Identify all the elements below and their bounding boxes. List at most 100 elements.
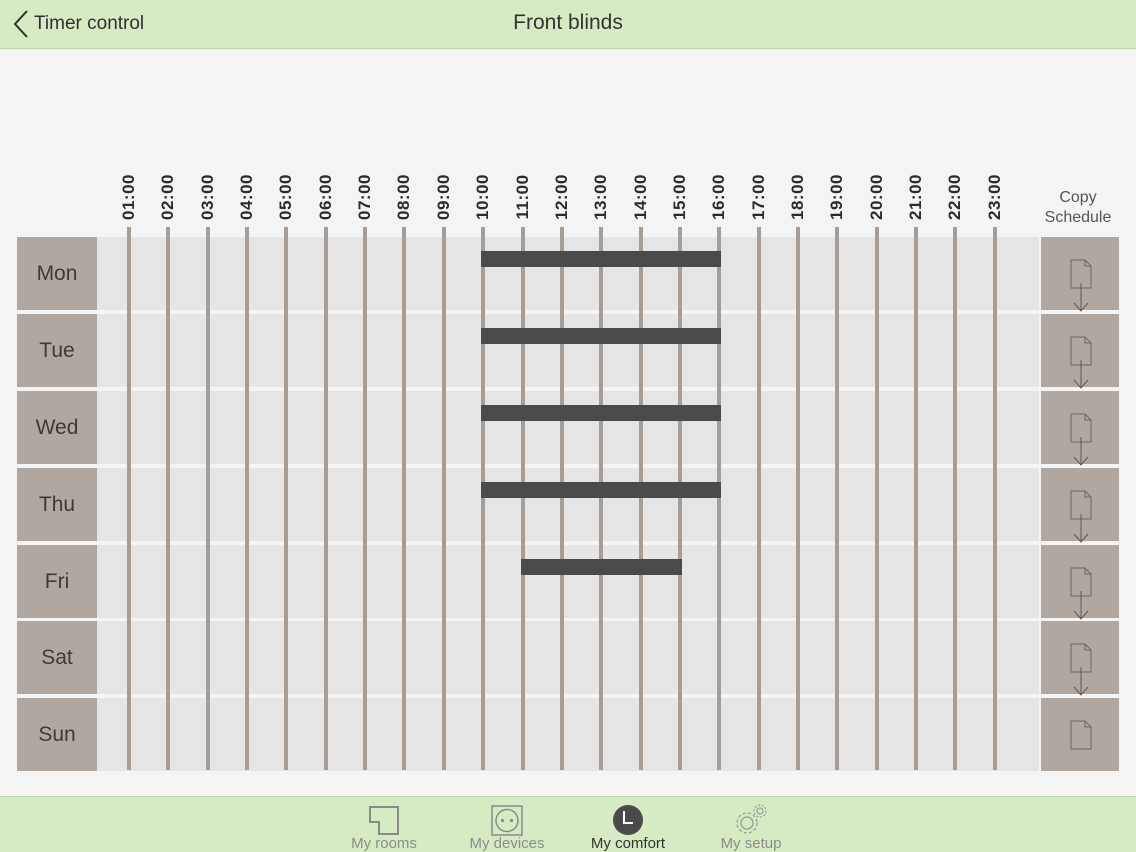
arrow-down-icon [1070, 514, 1092, 544]
hour-label-text: 11:00 [512, 174, 532, 220]
arrow-down-icon [1070, 360, 1092, 390]
hour-label-text: 06:00 [315, 174, 335, 220]
day-label-fri[interactable]: Fri [17, 545, 97, 618]
tab-label: My comfort [590, 835, 666, 852]
hour-label-text: 21:00 [906, 174, 925, 220]
arrow-down-icon [1070, 283, 1092, 313]
hour-label: 23:00 [984, 171, 1006, 223]
hour-label: 10:00 [472, 171, 494, 223]
hour-label: 19:00 [826, 171, 848, 223]
hour-label: 14:00 [630, 171, 652, 223]
timer-bar-wed[interactable] [481, 405, 722, 421]
timer-bar-mon[interactable] [481, 251, 722, 267]
day-label-tue[interactable]: Tue [17, 314, 97, 387]
hour-gridline [520, 227, 525, 770]
hour-gridline [402, 227, 407, 770]
arrow-down-icon [1070, 437, 1092, 467]
day-row [97, 698, 1039, 771]
hour-gridline [914, 227, 918, 770]
day-label-wed[interactable]: Wed [17, 391, 97, 464]
day-row [97, 391, 1039, 464]
hour-label-text: 08:00 [394, 174, 414, 220]
day-row [97, 545, 1039, 618]
hour-label-text: 05:00 [276, 174, 296, 220]
document-icon [1070, 720, 1092, 750]
day-label-mon[interactable]: Mon [17, 237, 97, 310]
day-row [97, 237, 1039, 310]
hour-gridline [559, 227, 564, 770]
hour-label: 16:00 [708, 171, 730, 223]
day-label-sat[interactable]: Sat [17, 621, 97, 694]
tab-bar: My rooms My devices My comfort My setup [0, 796, 1136, 852]
hour-label: 04:00 [236, 171, 258, 223]
timer-bar-thu[interactable] [481, 482, 722, 498]
copy-schedule-button[interactable] [1041, 698, 1119, 771]
hour-label: 13:00 [590, 171, 612, 223]
hour-gridline [481, 227, 486, 770]
tab-my-devices[interactable]: My devices [452, 797, 562, 852]
tab-my-comfort[interactable]: My comfort [573, 797, 683, 852]
hour-gridline [245, 227, 250, 770]
hour-label-text: 12:00 [551, 174, 571, 220]
hour-gridline [677, 227, 682, 770]
hour-label: 03:00 [197, 171, 219, 223]
day-row [97, 621, 1039, 694]
tab-label: My devices [469, 835, 545, 852]
hour-label-text: 20:00 [866, 174, 886, 220]
hour-label: 05:00 [275, 171, 297, 223]
copy-schedule-label-line: Copy [1059, 189, 1097, 206]
hour-label-text: 07:00 [355, 174, 375, 220]
nav-bar: Timer control Front blinds [0, 0, 1136, 49]
hour-label-text: 15:00 [669, 174, 689, 220]
timer-bar-fri[interactable] [520, 559, 682, 575]
hour-gridline [795, 227, 800, 770]
hour-label-text: 23:00 [984, 174, 1004, 220]
tab-my-rooms[interactable]: My rooms [329, 797, 439, 852]
gears-icon [734, 803, 768, 837]
hour-label-text: 04:00 [237, 174, 257, 220]
hour-label: 21:00 [905, 171, 927, 223]
tab-label: My rooms [351, 835, 417, 852]
hour-label-text: 14:00 [630, 174, 650, 220]
hour-gridline [127, 227, 131, 770]
hour-label: 18:00 [787, 171, 809, 223]
arrow-down-icon [1070, 667, 1092, 697]
hour-label-text: 03:00 [197, 174, 217, 220]
hour-gridline [599, 227, 604, 770]
hour-label: 08:00 [393, 171, 415, 223]
hour-label: 07:00 [354, 171, 376, 223]
hour-gridline [756, 227, 761, 770]
hour-gridline [323, 227, 328, 770]
hour-label-text: 02:00 [158, 174, 178, 220]
arrow-down-icon [1070, 591, 1092, 621]
hour-gridline [166, 227, 171, 770]
hour-label: 02:00 [157, 171, 179, 223]
page-title: Front blinds [513, 11, 623, 34]
day-row [97, 468, 1039, 541]
hour-gridline [441, 227, 446, 770]
hour-label: 11:00 [512, 171, 534, 223]
day-label-thu[interactable]: Thu [17, 468, 97, 541]
socket-icon [490, 803, 524, 837]
hour-gridline [717, 227, 722, 770]
hour-gridline [363, 227, 368, 770]
tab-label: My setup [720, 835, 782, 852]
hour-label: 12:00 [551, 171, 573, 223]
hour-label: 22:00 [944, 171, 966, 223]
day-label-sun[interactable]: Sun [17, 698, 97, 771]
hour-label-text: 09:00 [433, 174, 453, 220]
hour-label-text: 19:00 [827, 174, 847, 220]
tab-my-setup[interactable]: My setup [696, 797, 806, 852]
hour-label: 06:00 [315, 171, 337, 223]
hour-label-text: 17:00 [748, 174, 768, 220]
clock-icon [611, 803, 645, 837]
hour-gridline [205, 227, 210, 770]
hour-gridline [835, 227, 840, 770]
hour-label: 20:00 [866, 171, 888, 223]
timer-bar-tue[interactable] [481, 328, 722, 344]
hour-label-text: 18:00 [787, 174, 807, 220]
hour-label-text: 22:00 [945, 174, 965, 220]
hour-gridline [284, 227, 289, 770]
hour-label-text: 10:00 [473, 174, 493, 220]
rooms-icon [367, 803, 401, 837]
